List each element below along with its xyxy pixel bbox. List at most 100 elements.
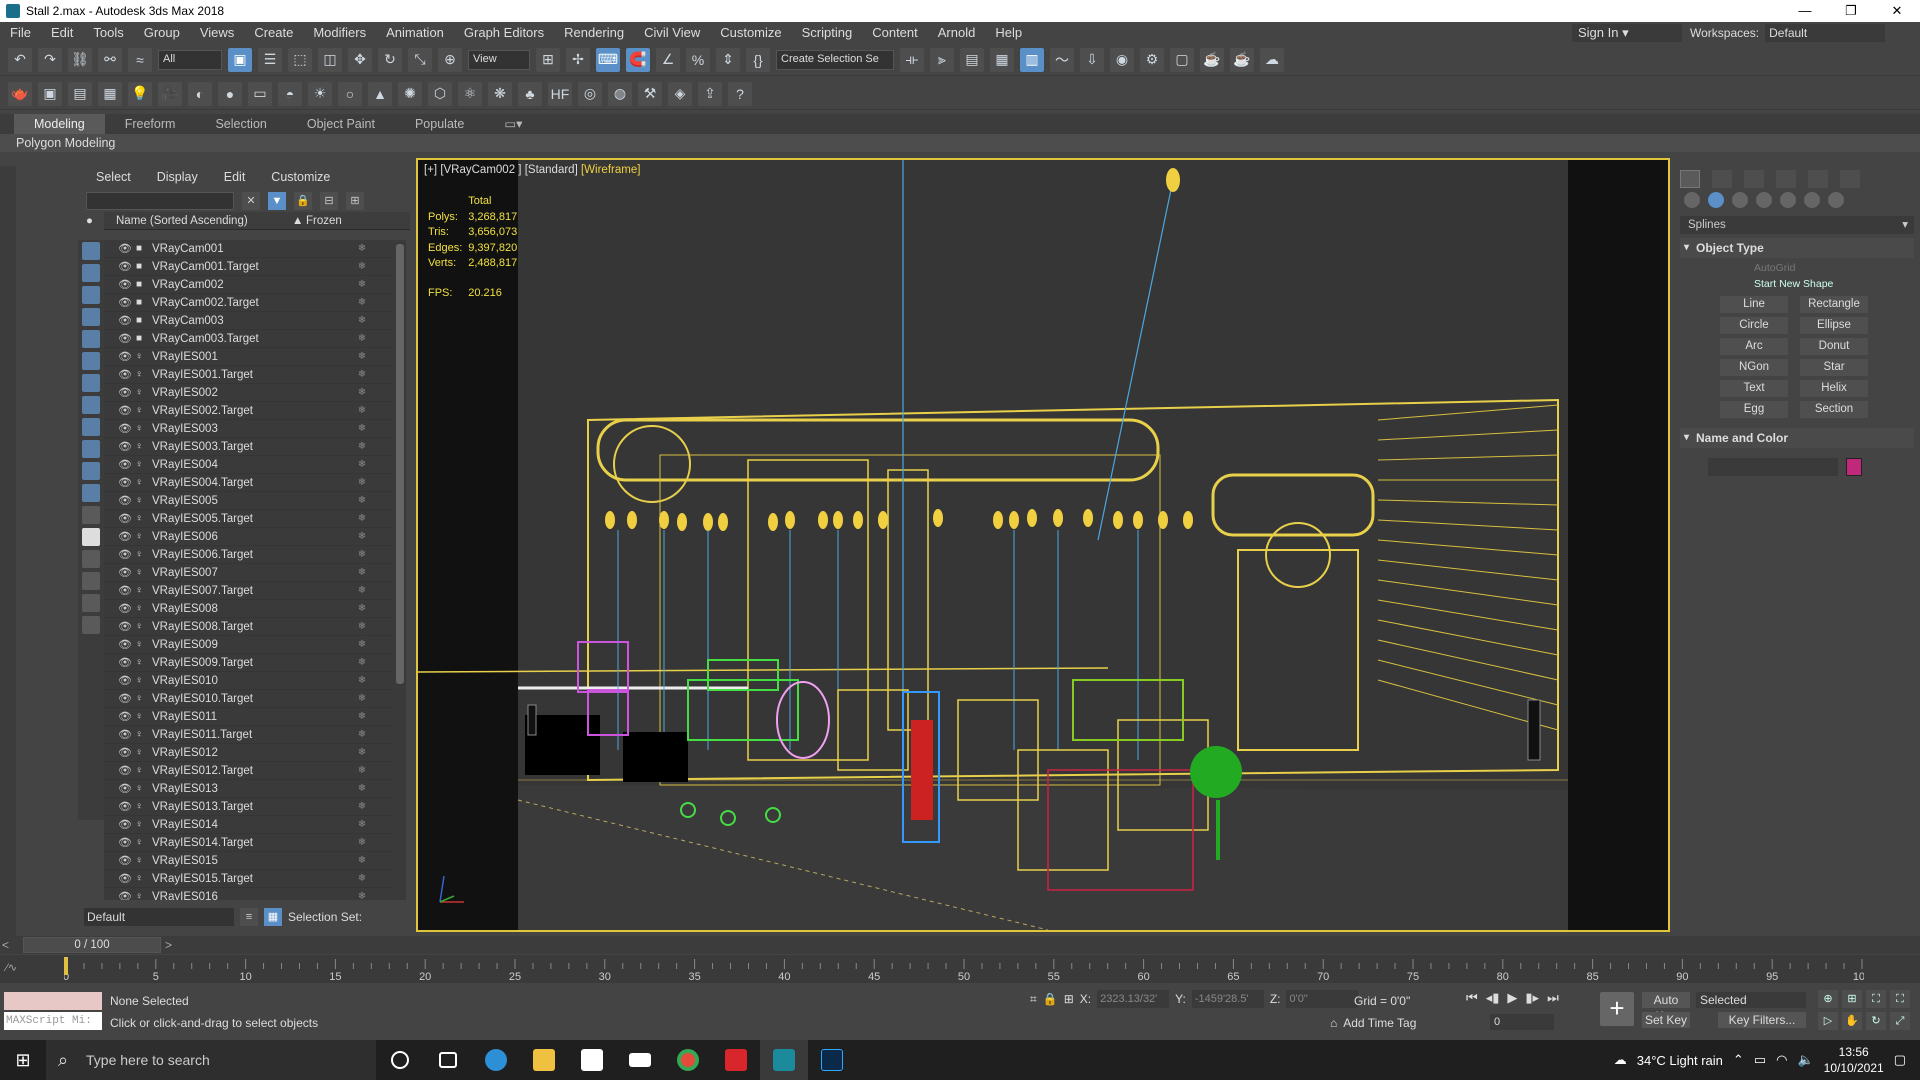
vray-vfb-icon[interactable]: ◈	[668, 81, 692, 106]
menu-create[interactable]: Create	[244, 22, 303, 44]
vray-sphere-icon[interactable]: ●	[218, 81, 242, 106]
time-slider-thumb[interactable]: 0 / 100	[23, 937, 162, 953]
systems-icon[interactable]	[1828, 192, 1844, 208]
menu-rendering[interactable]: Rendering	[554, 22, 634, 44]
frozen-filter-icon[interactable]	[82, 462, 100, 480]
weather-icon[interactable]: ☁	[1614, 1052, 1627, 1068]
freeze-icon[interactable]: ❄	[352, 495, 372, 506]
visibility-eye-icon[interactable]: 👁	[118, 404, 132, 417]
visibility-eye-icon[interactable]: 👁	[118, 458, 132, 471]
isolate-icon[interactable]: ⌗	[1030, 992, 1037, 1007]
vray-material-icon[interactable]: ◍	[608, 81, 632, 106]
object-color-swatch[interactable]	[1846, 458, 1862, 476]
time-next-icon[interactable]: >	[165, 938, 172, 952]
absolute-mode-icon[interactable]: ⊞	[1064, 992, 1074, 1006]
vray-ball-icon[interactable]: ○	[338, 81, 362, 106]
list-item[interactable]: 👁 ■ VRayCam003 ❄	[104, 312, 394, 330]
list-item[interactable]: 👁 ♀ VRayIES005.Target ❄	[104, 510, 394, 528]
menu-customize[interactable]: Customize	[710, 22, 791, 44]
layer-icon[interactable]: ≡	[240, 908, 258, 926]
filter-icon[interactable]: ▼	[268, 192, 286, 210]
freeze-icon[interactable]: ❄	[352, 279, 372, 290]
cameras-filter-icon[interactable]	[82, 308, 100, 326]
menu-civil-view[interactable]: Civil View	[634, 22, 710, 44]
vray-sphere-fade-icon[interactable]: ◎	[578, 81, 602, 106]
helix-button[interactable]: Helix	[1800, 380, 1868, 397]
cortana-icon[interactable]	[376, 1040, 424, 1080]
freeze-icon[interactable]: ❄	[352, 441, 372, 452]
y-coord-field[interactable]: -1459'28.5'	[1191, 990, 1264, 1008]
volume-icon[interactable]: 🔈	[1797, 1052, 1813, 1068]
menu-file[interactable]: File	[0, 22, 41, 44]
maxscript-input[interactable]: MAXScript Mi:	[4, 1012, 102, 1030]
task-view-icon[interactable]	[424, 1040, 472, 1080]
visibility-eye-icon[interactable]: 👁	[118, 800, 132, 813]
hierarchy-tab-icon[interactable]	[1744, 170, 1764, 188]
undo-icon[interactable]: ↶	[8, 47, 32, 72]
scene-menu-select[interactable]: Select	[96, 170, 131, 190]
list-item[interactable]: 👁 ♀ VRayIES003.Target ❄	[104, 438, 394, 456]
maxscript-listener[interactable]	[4, 992, 102, 1010]
list-item[interactable]: 👁 ■ VRayCam001 ❄	[104, 240, 394, 258]
freeze-icon[interactable]: ❄	[352, 639, 372, 650]
viewport-mode-label[interactable]: [Wireframe]	[581, 164, 640, 176]
vray-export-icon[interactable]: ⇪	[698, 81, 722, 106]
list-item[interactable]: 👁 ■ VRayCam003.Target ❄	[104, 330, 394, 348]
list-item[interactable]: 👁 ■ VRayCam002.Target ❄	[104, 294, 394, 312]
list-item[interactable]: 👁 ♀ VRayIES015 ❄	[104, 852, 394, 870]
pan-icon[interactable]: ✋	[1842, 1012, 1862, 1030]
list-item[interactable]: 👁 ♀ VRayIES003 ❄	[104, 420, 394, 438]
freeze-icon[interactable]: ❄	[352, 891, 372, 900]
photoshop-icon[interactable]	[808, 1040, 856, 1080]
ngon-button[interactable]: NGon	[1720, 359, 1788, 376]
minimize-button[interactable]: —	[1782, 0, 1828, 22]
create-tab-icon[interactable]	[1680, 170, 1700, 188]
menu-scripting[interactable]: Scripting	[792, 22, 863, 44]
z-coord-field[interactable]: 0'0"	[1286, 990, 1359, 1008]
visibility-eye-icon[interactable]: 👁	[118, 818, 132, 831]
wifi-icon[interactable]: ◠	[1776, 1052, 1787, 1068]
placement-icon[interactable]: ⊕	[438, 47, 462, 72]
teapot-icon[interactable]: 🫖	[8, 81, 32, 106]
visibility-eye-icon[interactable]: 👁	[118, 296, 132, 309]
freeze-icon[interactable]: ❄	[352, 621, 372, 632]
freeze-icon[interactable]: ❄	[352, 585, 372, 596]
rectangle-button[interactable]: Rectangle	[1800, 296, 1868, 313]
visibility-eye-icon[interactable]: 👁	[118, 656, 132, 669]
freeze-icon[interactable]: ❄	[352, 459, 372, 470]
list-item[interactable]: 👁 ♀ VRayIES001.Target ❄	[104, 366, 394, 384]
display-all-icon[interactable]	[82, 506, 100, 524]
viewport[interactable]: [+] [VRayCam002 ] [Standard] [Wireframe]…	[416, 158, 1670, 932]
menu-content[interactable]: Content	[862, 22, 928, 44]
freeze-icon[interactable]: ❄	[352, 657, 372, 668]
donut-button[interactable]: Donut	[1800, 338, 1868, 355]
current-frame-spinner[interactable]: 0	[1490, 1014, 1554, 1030]
freeze-icon[interactable]: ❄	[352, 333, 372, 344]
freeze-icon[interactable]: ❄	[352, 261, 372, 272]
freeze-icon[interactable]: ❄	[352, 783, 372, 794]
list-item[interactable]: 👁 ♀ VRayIES006 ❄	[104, 528, 394, 546]
visibility-eye-icon[interactable]: 👁	[118, 692, 132, 705]
snaps-toggle-icon[interactable]: 🧲	[626, 47, 650, 72]
chrome-icon[interactable]	[664, 1040, 712, 1080]
freeze-icon[interactable]: ❄	[352, 837, 372, 848]
utilities-tab-icon[interactable]	[1840, 170, 1860, 188]
ribbon-tab-object-paint[interactable]: Object Paint	[287, 114, 395, 134]
arc-button[interactable]: Arc	[1720, 338, 1788, 355]
menu-group[interactable]: Group	[134, 22, 190, 44]
viewport-menu[interactable]: [+]	[424, 164, 437, 176]
viewport-shading-label[interactable]: [Standard]	[525, 164, 578, 176]
list-item[interactable]: 👁 ♀ VRayIES013 ❄	[104, 780, 394, 798]
ribbon-tab-selection[interactable]: Selection	[195, 114, 286, 134]
circle-button[interactable]: Circle	[1720, 317, 1788, 334]
list-item[interactable]: 👁 ♀ VRayIES009.Target ❄	[104, 654, 394, 672]
zoom-extents-icon[interactable]: ⛶	[1866, 990, 1886, 1008]
camera-icon[interactable]: 🎥	[158, 81, 182, 106]
visibility-eye-icon[interactable]: 👁	[118, 836, 132, 849]
visibility-eye-icon[interactable]: 👁	[118, 872, 132, 885]
store-icon[interactable]	[568, 1040, 616, 1080]
ribbon-options-icon[interactable]: ▭▾	[484, 113, 542, 134]
zoom-icon[interactable]: ⊕	[1818, 990, 1838, 1008]
grid-icon[interactable]: ▦	[98, 81, 122, 106]
keyboard-shortcut-icon[interactable]: ⌨	[596, 47, 620, 72]
